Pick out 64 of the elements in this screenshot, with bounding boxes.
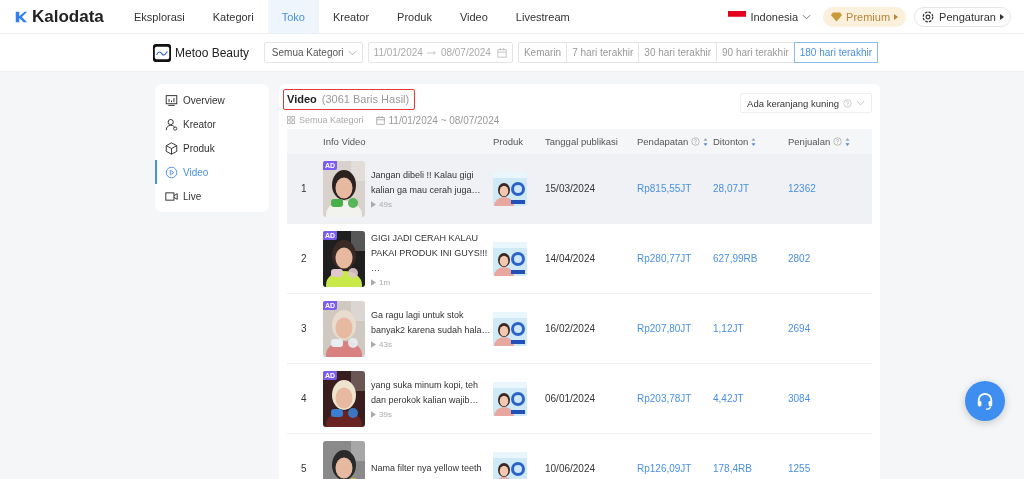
sidebar-item[interactable]: Kreator [155, 112, 269, 136]
sales-value: 2802 [788, 253, 811, 264]
revenue-value: Rp203,78JT [637, 393, 692, 404]
nav-tab[interactable]: Livestream [501, 0, 584, 33]
rank-number: 3 [301, 323, 307, 334]
start-date: 11/01/2024 [373, 47, 423, 58]
revenue-value: Rp815,55JT [637, 183, 692, 194]
column-header: Pendapatan [637, 136, 689, 147]
rank-number: 1 [301, 183, 307, 194]
sidebar-item[interactable]: Live [155, 184, 269, 208]
nav-tab[interactable]: Produk [383, 0, 446, 33]
views-value: 4,42JT [713, 393, 744, 404]
range-button[interactable]: 180 hari terakhir [794, 43, 877, 62]
category-select[interactable]: Semua Kategori [263, 42, 363, 63]
publish-date: 16/02/2024 [545, 323, 596, 334]
country-selector[interactable]: Indonesia [728, 10, 812, 23]
nav-tab[interactable]: Video [445, 0, 502, 33]
views-value: 178,4RB [713, 463, 752, 474]
revenue-value: Rp280,77JT [637, 253, 692, 264]
date-filter-label: 11/01/2024 ~ 08/07/2024 [388, 114, 500, 126]
revenue-value: Rp207,80JT [637, 323, 692, 334]
views-value: 627,99RB [713, 253, 758, 264]
video-title[interactable]: Nama filter nya yellow teeth [371, 461, 493, 476]
result-count: (3061 Baris Hasil) [321, 92, 410, 105]
column-header: Produk [493, 136, 524, 147]
sidebar-item[interactable]: Produk [155, 136, 269, 160]
brand-name: Kalodata [32, 6, 104, 27]
revenue-value: Rp126,09JT [637, 463, 692, 474]
column-header: Penjualan [788, 136, 831, 147]
column-header: Info Video [323, 136, 366, 147]
views-value: 28,07JT [713, 183, 750, 194]
sidebar-item[interactable]: Video [155, 160, 269, 184]
sales-value: 2694 [788, 323, 811, 334]
column-header: Tanggal publikasi [545, 136, 618, 147]
sidebar-item[interactable]: Overview [155, 88, 269, 112]
rank-number: 4 [301, 393, 307, 404]
filter-select[interactable]: Ada keranjang kuning [740, 93, 872, 113]
column-header: Ditonton [713, 136, 749, 147]
panel-title: Video [287, 92, 317, 105]
sales-value: 3084 [788, 393, 811, 404]
video-title[interactable]: GIGI JADI CERAH KALAU PAKAI PRODUK INI GUYS!!! … [371, 230, 493, 276]
settings-button[interactable]: Pengaturan [914, 6, 1011, 27]
shop-name: Metoo Beauty [175, 45, 250, 60]
publish-date: 06/01/2024 [545, 393, 596, 404]
nav-tab[interactable]: Kreator [319, 0, 384, 33]
video-title[interactable]: yang suka minum kopi, teh dan perokok kalian wajib… [371, 378, 493, 408]
video-title[interactable]: Ga ragu lagi untuk stok banyak2 karena sudah hala… [371, 308, 493, 338]
views-value: 1,12JT [713, 323, 744, 334]
video-duration: 39s [379, 410, 392, 419]
sales-value: 1255 [788, 463, 811, 474]
publish-date: 15/03/2024 [545, 183, 596, 194]
video-duration: 49s [379, 200, 392, 209]
sales-value: 12362 [788, 183, 816, 194]
rank-number: 2 [301, 253, 307, 264]
end-date: 08/07/2024 [440, 47, 491, 58]
nav-tab[interactable]: Kategori [198, 0, 268, 33]
category-filter-label: Semua Kategori [299, 115, 364, 125]
rank-number: 5 [301, 463, 307, 474]
video-duration: 1m [379, 277, 391, 287]
video-title[interactable]: Jangan dibeli !! Kalau gigi kalian ga mau cerah juga… [371, 168, 493, 198]
nav-tab[interactable]: Eksplorasi [120, 0, 199, 33]
publish-date: 10/06/2024 [545, 463, 596, 474]
publish-date: 14/04/2024 [545, 253, 596, 264]
video-duration: 43s [379, 340, 392, 349]
